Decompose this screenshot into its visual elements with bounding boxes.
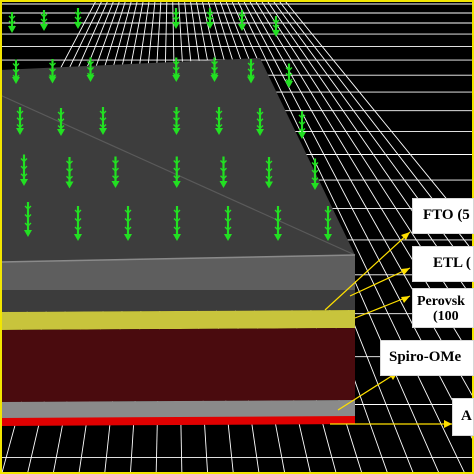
device-diagram	[0, 0, 474, 474]
label-etl-text: ETL (	[433, 255, 471, 271]
label-gold: A	[452, 398, 474, 436]
label-perovskite-line1: Perovsk	[417, 294, 465, 309]
label-perovskite-line2: (100	[433, 309, 459, 324]
label-etl: ETL (	[412, 246, 474, 282]
label-perovskite: Perovsk (100	[412, 288, 474, 328]
label-fto-text: FTO (5	[423, 207, 470, 223]
front-etl-layer	[0, 290, 355, 312]
label-spiro-text: Spiro-OMe	[389, 349, 462, 365]
label-gold-text: A	[461, 408, 472, 424]
label-fto: FTO (5	[412, 198, 474, 234]
front-perovskite-layer	[0, 310, 355, 330]
label-spiro: Spiro-OMe	[380, 340, 474, 376]
front-absorber-layer	[0, 328, 355, 402]
